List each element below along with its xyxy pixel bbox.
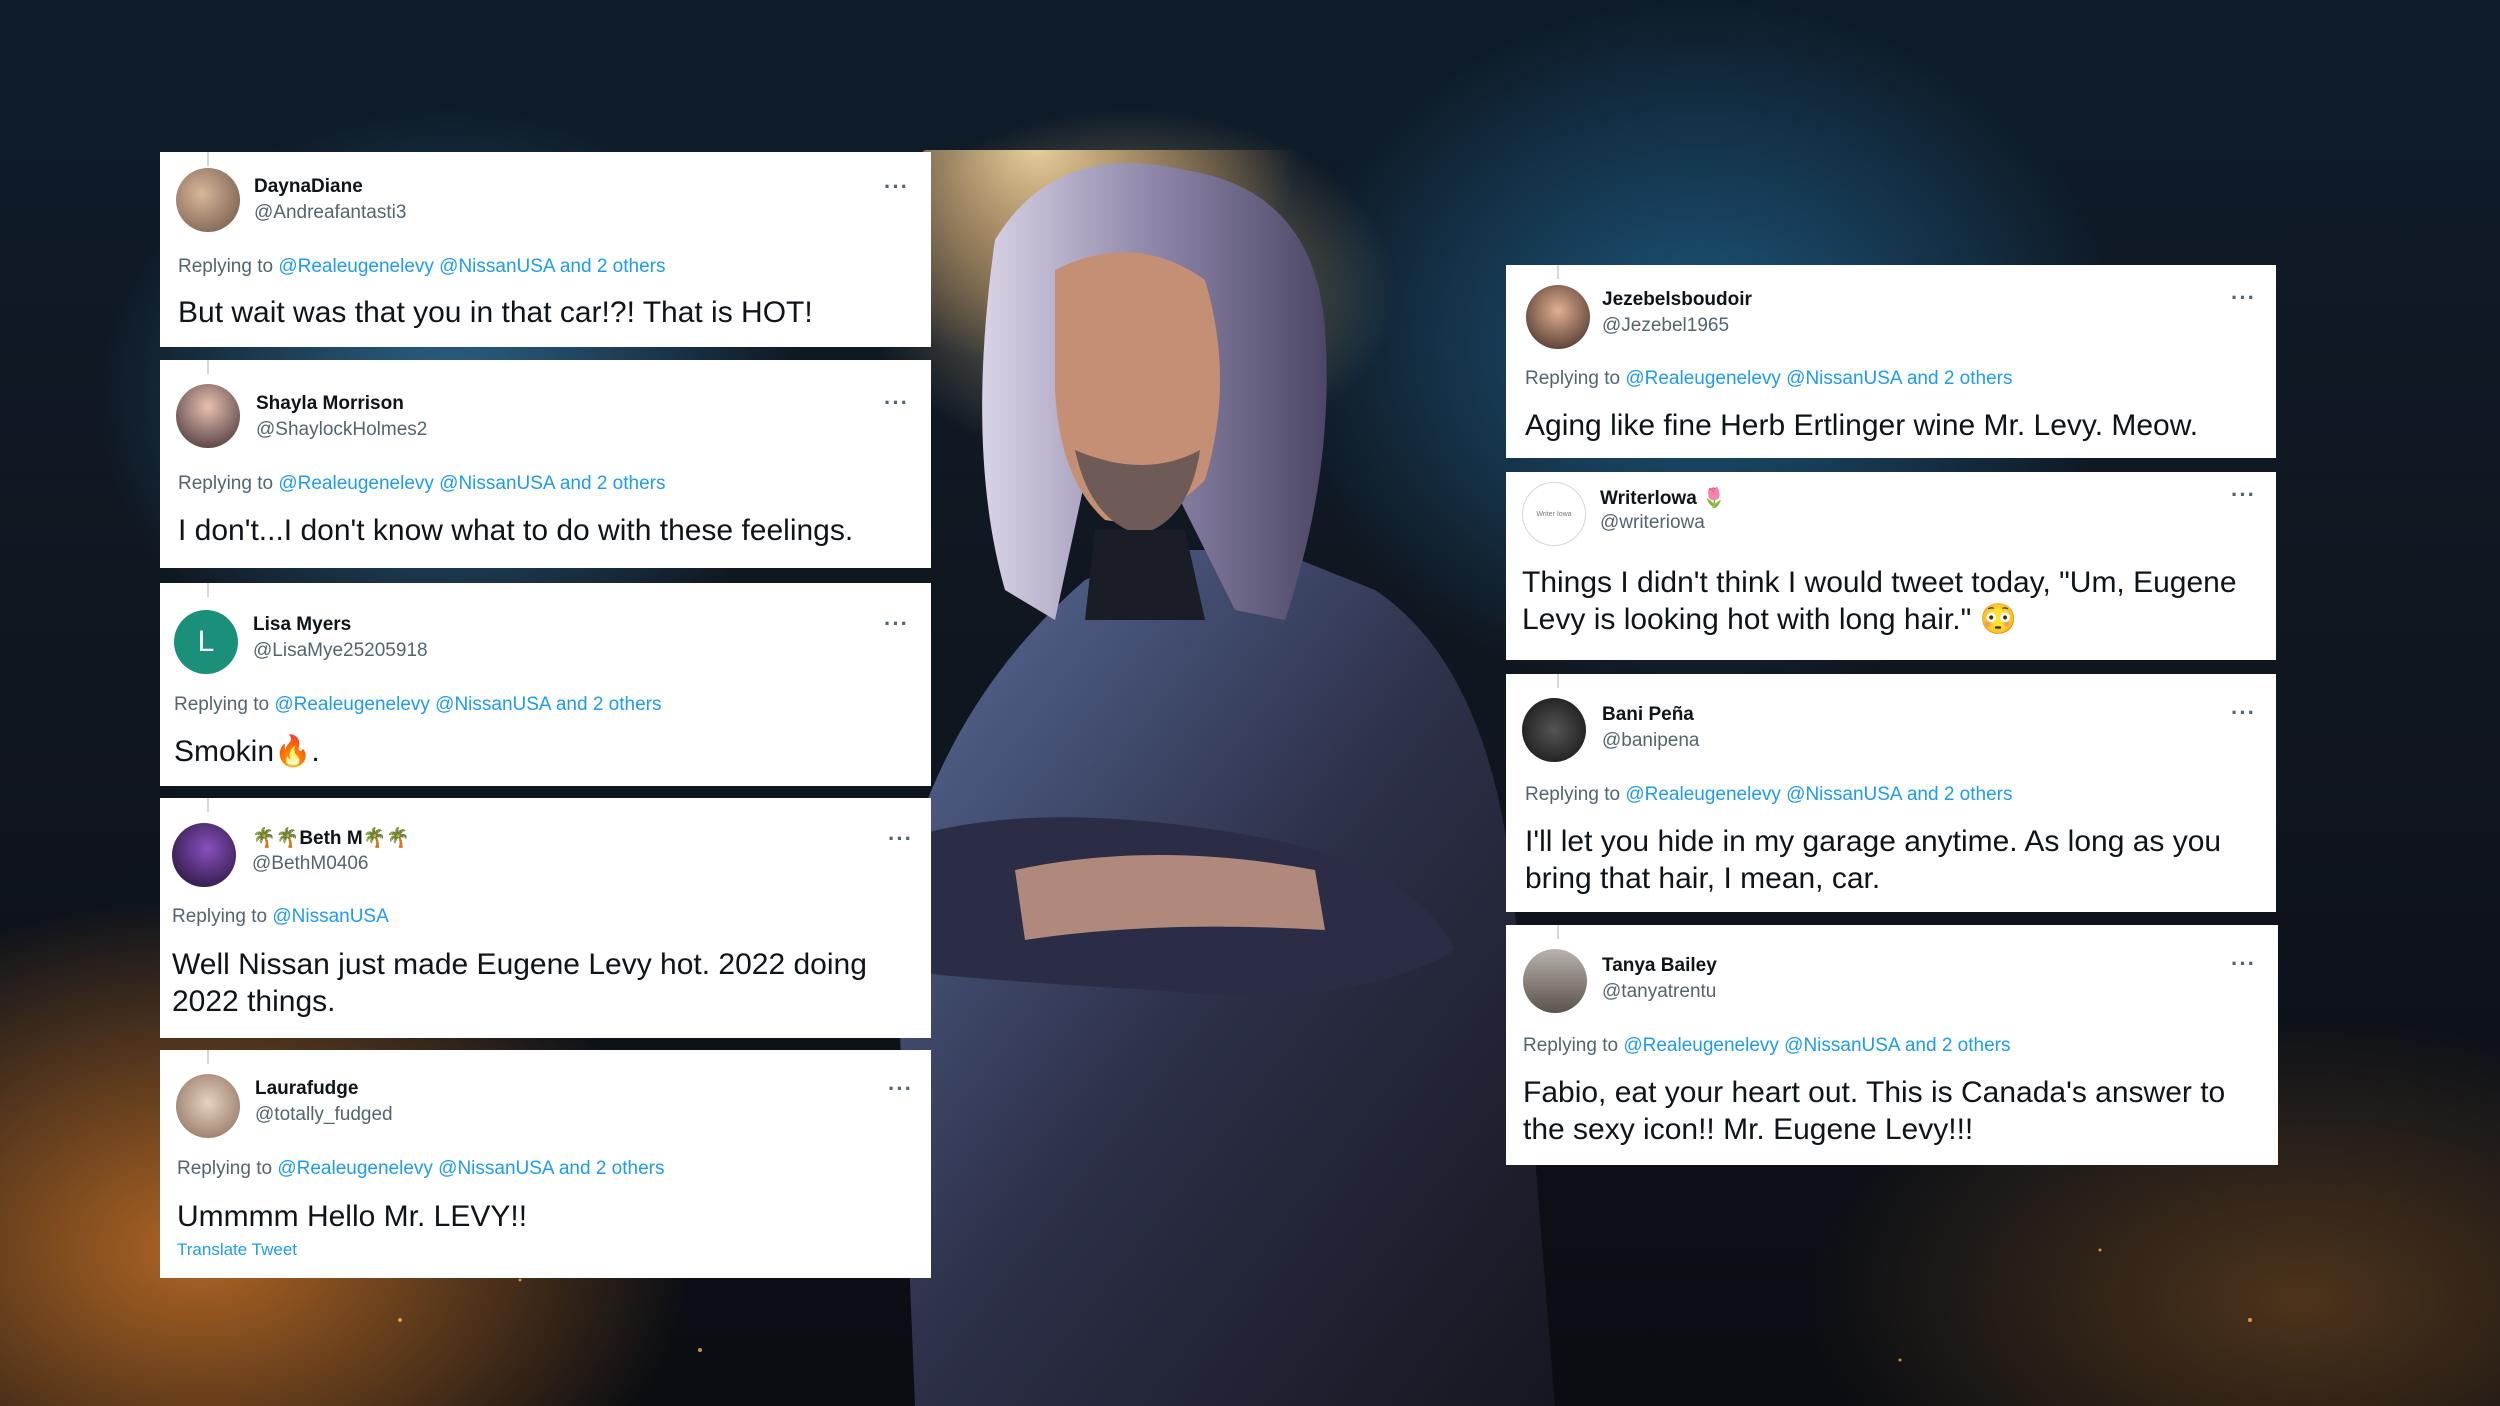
avatar[interactable] xyxy=(1522,698,1586,762)
user-handle[interactable]: @totally_fudged xyxy=(255,1104,393,1126)
user-handle[interactable]: @ShaylockHolmes2 xyxy=(256,419,427,441)
user-handle[interactable]: @Jezebel1965 xyxy=(1602,315,1729,337)
tweet-text: Smokin🔥. xyxy=(174,735,320,768)
more-options-icon[interactable]: ··· xyxy=(888,826,913,852)
display-name[interactable]: Jezebelsboudoir xyxy=(1602,289,1752,311)
user-handle[interactable]: @banipena xyxy=(1602,730,1699,752)
display-name[interactable]: Laurafudge xyxy=(255,1078,358,1100)
thread-line xyxy=(207,1050,209,1064)
user-handle[interactable]: @Andreafantasti3 xyxy=(254,202,406,224)
replying-to: Replying to @Realeugenelevy @NissanUSA a… xyxy=(174,694,661,716)
avatar[interactable]: L xyxy=(174,610,238,674)
more-options-icon[interactable]: ··· xyxy=(888,1076,913,1102)
replying-label: Replying to xyxy=(1525,368,1621,389)
more-options-icon[interactable]: ··· xyxy=(2231,700,2256,726)
tweet-card[interactable]: Bani Peña @banipena ··· Replying to @Rea… xyxy=(1506,674,2276,912)
replying-to: Replying to @Realeugenelevy @NissanUSA a… xyxy=(1525,784,2012,806)
thread-line xyxy=(1557,265,1559,279)
display-name[interactable]: Lisa Myers xyxy=(253,614,351,636)
replying-to: Replying to @Realeugenelevy @NissanUSA a… xyxy=(177,1158,664,1180)
replying-to-link[interactable]: @Realeugenelevy @NissanUSA and 2 others xyxy=(1623,1035,2010,1056)
replying-to: Replying to @Realeugenelevy @NissanUSA a… xyxy=(178,473,665,495)
tweet-text: Ummmm Hello Mr. LEVY!! xyxy=(177,1200,528,1233)
tweet-text: Things I didn't think I would tweet toda… xyxy=(1522,566,2237,636)
tweet-text: Well Nissan just made Eugene Levy hot. 2… xyxy=(172,948,867,1018)
user-handle[interactable]: @writeriowa xyxy=(1600,512,1705,534)
replying-to-link[interactable]: @Realeugenelevy @NissanUSA and 2 others xyxy=(277,1158,664,1179)
replying-to-link[interactable]: @Realeugenelevy @NissanUSA and 2 others xyxy=(1625,784,2012,805)
replying-to: Replying to @Realeugenelevy @NissanUSA a… xyxy=(1525,368,2012,390)
display-name[interactable]: DaynaDiane xyxy=(254,176,363,198)
thread-line xyxy=(1557,674,1559,688)
replying-to-link[interactable]: @Realeugenelevy @NissanUSA and 2 others xyxy=(278,256,665,277)
user-handle[interactable]: @LisaMye25205918 xyxy=(253,640,428,662)
more-options-icon[interactable]: ··· xyxy=(884,611,909,637)
avatar[interactable] xyxy=(176,1074,240,1138)
thread-line xyxy=(207,360,209,374)
user-handle[interactable]: @tanyatrentu xyxy=(1602,981,1716,1003)
display-name[interactable]: Bani Peña xyxy=(1602,704,1694,726)
avatar[interactable] xyxy=(1526,285,1590,349)
thread-line xyxy=(207,798,209,812)
tweet-text: Fabio, eat your heart out. This is Canad… xyxy=(1523,1076,2226,1146)
replying-label: Replying to xyxy=(1525,784,1621,805)
replying-to-link[interactable]: @Realeugenelevy @NissanUSA and 2 others xyxy=(278,473,665,494)
replying-to-link[interactable]: @NissanUSA xyxy=(272,906,388,927)
thread-line xyxy=(1557,925,1559,939)
display-name[interactable]: Tanya Bailey xyxy=(1602,955,1717,977)
tweet-card[interactable]: L Lisa Myers @LisaMye25205918 ··· Replyi… xyxy=(160,583,931,786)
replying-to: Replying to @Realeugenelevy @NissanUSA a… xyxy=(178,256,665,278)
tweet-card[interactable]: Shayla Morrison @ShaylockHolmes2 ··· Rep… xyxy=(160,360,931,568)
replying-label: Replying to xyxy=(178,473,274,494)
avatar[interactable] xyxy=(172,823,236,887)
thread-line xyxy=(207,152,209,166)
replying-label: Replying to xyxy=(177,1158,273,1179)
tweet-text: Aging like fine Herb Ertlinger wine Mr. … xyxy=(1525,409,2199,442)
replying-label: Replying to xyxy=(174,694,270,715)
user-handle[interactable]: @BethM0406 xyxy=(252,853,368,875)
more-options-icon[interactable]: ··· xyxy=(2231,951,2256,977)
tweet-card[interactable]: Writer Iowa Writerlowa 🌷 @writeriowa ···… xyxy=(1506,472,2276,660)
thread-line xyxy=(207,583,209,597)
avatar[interactable]: Writer Iowa xyxy=(1522,482,1586,546)
tweet-text: I'll let you hide in my garage anytime. … xyxy=(1525,825,2222,895)
more-options-icon[interactable]: ··· xyxy=(884,174,909,200)
replying-to: Replying to @Realeugenelevy @NissanUSA a… xyxy=(1523,1035,2010,1057)
replying-to-link[interactable]: @Realeugenelevy @NissanUSA and 2 others xyxy=(1625,368,2012,389)
avatar-letter: L xyxy=(197,625,215,658)
leather-jacket-man-illustration xyxy=(855,150,1555,1406)
avatar-text: Writer Iowa xyxy=(1536,510,1572,518)
display-name[interactable]: Writerlowa 🌷 xyxy=(1600,486,1726,510)
tweet-text: But wait was that you in that car!?! Tha… xyxy=(178,296,813,329)
more-options-icon[interactable]: ··· xyxy=(2231,482,2256,508)
replying-label: Replying to xyxy=(172,906,268,927)
replying-to-link[interactable]: @Realeugenelevy @NissanUSA and 2 others xyxy=(274,694,661,715)
tweet-text: I don't...I don't know what to do with t… xyxy=(178,514,854,547)
tweet-card[interactable]: DaynaDiane @Andreafantasti3 ··· Replying… xyxy=(160,152,931,347)
replying-label: Replying to xyxy=(1523,1035,1619,1056)
avatar[interactable] xyxy=(176,168,240,232)
replying-to: Replying to @NissanUSA xyxy=(172,906,389,928)
tweet-card[interactable]: Laurafudge @totally_fudged ··· Replying … xyxy=(160,1050,931,1278)
translate-tweet-link[interactable]: Translate Tweet xyxy=(177,1240,297,1260)
avatar[interactable] xyxy=(1523,949,1587,1013)
display-name[interactable]: Shayla Morrison xyxy=(256,393,404,415)
more-options-icon[interactable]: ··· xyxy=(2231,285,2256,311)
more-options-icon[interactable]: ··· xyxy=(884,390,909,416)
display-name[interactable]: 🌴🌴Beth M🌴🌴 xyxy=(252,826,410,850)
avatar[interactable] xyxy=(176,384,240,448)
tweet-card[interactable]: Tanya Bailey @tanyatrentu ··· Replying t… xyxy=(1506,925,2278,1165)
tweet-card[interactable]: Jezebelsboudoir @Jezebel1965 ··· Replyin… xyxy=(1506,265,2276,458)
tweet-card[interactable]: 🌴🌴Beth M🌴🌴 @BethM0406 ··· Replying to @N… xyxy=(160,798,931,1038)
replying-label: Replying to xyxy=(178,256,274,277)
